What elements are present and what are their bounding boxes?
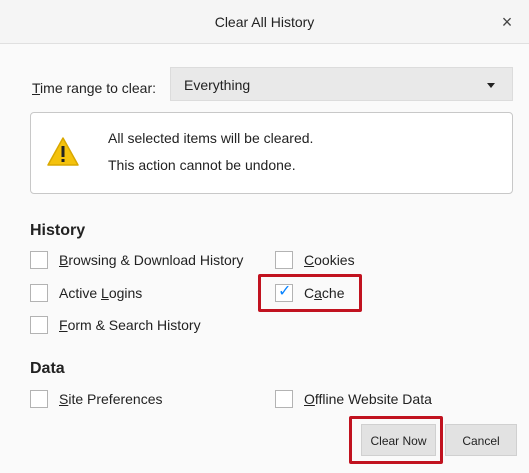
checkbox-label: Site Preferences bbox=[59, 391, 163, 407]
time-range-selected-value: Everything bbox=[184, 77, 251, 93]
browsing-download-history-checkbox[interactable]: Browsing & Download History bbox=[30, 249, 243, 271]
site-preferences-checkbox[interactable]: Site Preferences bbox=[30, 388, 163, 410]
cancel-button[interactable]: Cancel bbox=[445, 424, 517, 456]
time-range-label-text: ime range to clear: bbox=[40, 80, 156, 96]
form-search-history-checkbox[interactable]: Form & Search History bbox=[30, 314, 201, 336]
cache-highlight-box bbox=[258, 274, 362, 312]
checkbox-label: Active Logins bbox=[59, 285, 143, 301]
warning-box: All selected items will be cleared. This… bbox=[30, 112, 513, 194]
history-heading: History bbox=[30, 222, 86, 239]
checkbox-box[interactable] bbox=[275, 251, 293, 269]
checkbox-label: Form & Search History bbox=[59, 317, 201, 333]
checkbox-label: Cookies bbox=[304, 252, 355, 268]
warning-line-2: This action cannot be undone. bbox=[108, 157, 296, 173]
checkbox-label: Offline Website Data bbox=[304, 391, 432, 407]
dialog-titlebar: Clear All History × bbox=[0, 0, 529, 44]
close-icon[interactable]: × bbox=[495, 10, 519, 34]
clear-now-highlight-box bbox=[349, 416, 443, 464]
warning-icon bbox=[47, 137, 79, 166]
checkbox-box[interactable] bbox=[275, 390, 293, 408]
time-range-label: Time range to clear: bbox=[32, 79, 156, 97]
dropdown-caret-icon bbox=[487, 83, 495, 88]
time-range-label-accesskey: T bbox=[32, 80, 41, 96]
data-heading: Data bbox=[30, 360, 65, 377]
checkbox-box[interactable] bbox=[30, 390, 48, 408]
dialog-title: Clear All History bbox=[214, 14, 315, 30]
checkbox-box[interactable] bbox=[30, 284, 48, 302]
checkbox-box[interactable] bbox=[30, 251, 48, 269]
time-range-select[interactable]: Everything bbox=[170, 67, 513, 101]
cookies-checkbox[interactable]: Cookies bbox=[275, 249, 355, 271]
warning-line-1: All selected items will be cleared. bbox=[108, 130, 314, 146]
offline-website-data-checkbox[interactable]: Offline Website Data bbox=[275, 388, 432, 410]
checkbox-label: Browsing & Download History bbox=[59, 252, 244, 268]
checkbox-box[interactable] bbox=[30, 316, 48, 334]
active-logins-checkbox[interactable]: Active Logins bbox=[30, 282, 142, 304]
